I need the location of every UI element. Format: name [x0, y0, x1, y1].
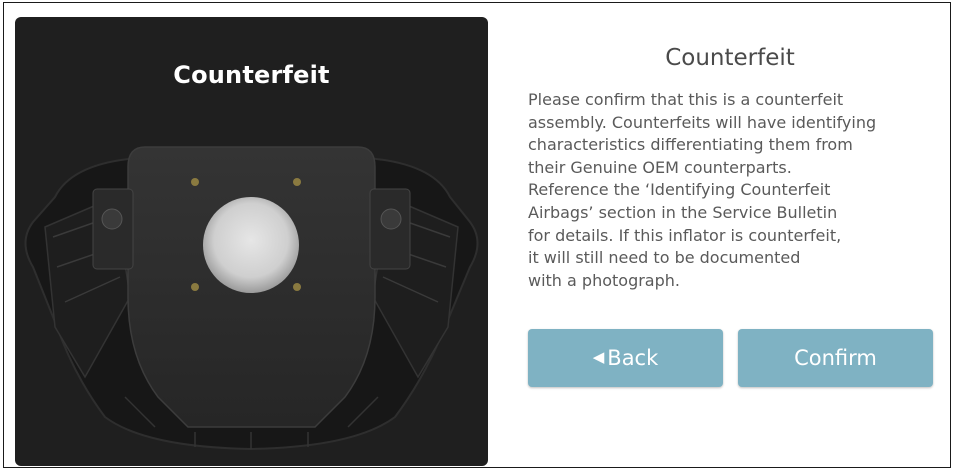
info-body: Please confirm that this is a counterfei…	[528, 89, 935, 292]
info-line: characteristics differentiating them fro…	[528, 135, 853, 155]
info-title: Counterfeit	[665, 45, 795, 71]
airbag-image	[24, 146, 479, 451]
info-line: assembly. Counterfeits will have identif…	[528, 112, 877, 132]
info-line: it will still need to be documented	[528, 248, 801, 268]
info-line: Reference the ‘Identifying Counterfeit	[528, 180, 831, 200]
info-line: Airbags’ section in the Service Bulletin	[528, 202, 838, 222]
confirm-button-label: Confirm	[794, 346, 877, 370]
info-line: for details. If this inflator is counter…	[528, 225, 842, 245]
confirm-button[interactable]: Confirm	[738, 329, 933, 387]
info-line: with a photograph.	[528, 270, 680, 290]
back-button[interactable]: ◀ Back	[528, 329, 723, 387]
info-line: their Genuine OEM counterparts.	[528, 157, 792, 177]
info-panel: Counterfeit Please confirm that this is …	[525, 17, 935, 292]
info-line: Please confirm that this is a counterfei…	[528, 90, 844, 109]
image-title: Counterfeit	[173, 61, 330, 89]
back-button-label: Back	[607, 346, 659, 370]
image-panel: Counterfeit	[15, 17, 488, 466]
back-arrow-icon: ◀	[592, 348, 605, 366]
